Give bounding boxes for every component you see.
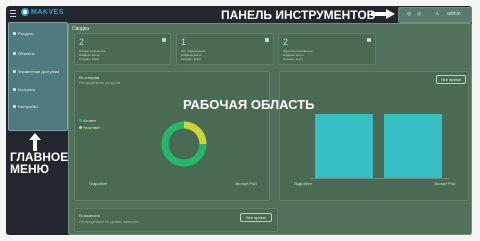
kpi-icon <box>162 38 166 42</box>
objects-icon <box>13 52 16 55</box>
toolbar-annotation-label: ПАНЕЛЬ ИНСТРУМЕНТОВ <box>221 8 376 22</box>
panel-subtitle: Распределение ресурсов <box>79 81 121 85</box>
sidebar-item-resources[interactable]: Ресурсы <box>13 31 34 36</box>
logo-icon <box>21 8 29 16</box>
app-window: MAKVES ПАНЕЛЬ ИНСТРУМЕНТОВ ◎ ◎ ♙ admin Р… <box>6 6 472 235</box>
arrow-up-icon <box>29 133 41 151</box>
importance-panel: По важности Распределение по уровню важн… <box>74 208 278 232</box>
panel-subtitle: Распределение по уровню важности <box>79 220 139 224</box>
kpi-icon <box>265 38 269 42</box>
kpi-card-disconnected[interactable]: 1 Нет подключения Найдено всего Создано … <box>176 33 274 65</box>
export-link[interactable]: Экспорт PNG <box>434 182 456 186</box>
panel-title: По статусам <box>79 76 100 80</box>
workspace-annotation-label: РАБОЧАЯ ОБЛАСТЬ <box>183 97 315 112</box>
kpi-icon <box>367 38 371 42</box>
kpi-value: 1 <box>181 37 187 47</box>
sidebar-item-settings[interactable]: Настройки <box>13 104 38 109</box>
details-link[interactable]: Подробнее <box>294 182 312 186</box>
panel-title: По важности <box>79 214 100 218</box>
sidebar-item-control[interactable]: Контроль <box>13 87 35 92</box>
help-icon[interactable]: ◎ <box>417 11 421 17</box>
sidebar-item-access[interactable]: Управление доступом <box>13 69 59 74</box>
workspace: Сводка 2 Общее количество Найдено всего … <box>68 23 472 235</box>
user-name[interactable]: admin <box>447 11 461 17</box>
chart-bar[interactable] <box>384 114 442 178</box>
main-menu: Ресурсы Объекты Управление доступом Конт… <box>8 22 68 131</box>
legend-item-active: Активен <box>79 119 96 123</box>
settings-icon <box>13 105 16 108</box>
kpi-line: Создано всего <box>79 57 100 61</box>
x-axis <box>310 178 450 179</box>
export-link[interactable]: Экспорт PNG <box>235 182 257 186</box>
status-chart-panel: По статусам Распределение ресурсов Актив… <box>74 71 270 201</box>
donut-chart[interactable] <box>159 119 209 169</box>
sidebar-item-objects[interactable]: Объекты <box>13 51 35 56</box>
legend-swatch <box>79 119 82 122</box>
kpi-card-registered[interactable]: 2 Зарегистрированные Найдено всего Созда… <box>278 33 376 65</box>
access-icon <box>13 70 16 73</box>
logo-text: MAKVES <box>31 8 64 16</box>
logo[interactable]: MAKVES <box>21 8 64 16</box>
kpi-card-total[interactable]: 2 Общее количество Найдено всего Создано… <box>74 33 171 65</box>
menu-toggle-icon[interactable] <box>10 10 16 19</box>
donut-segment-inactive <box>183 121 207 145</box>
period-select[interactable]: Все время <box>240 213 272 222</box>
page-title: Сводка <box>72 26 89 32</box>
folder-icon <box>13 32 16 35</box>
top-bar: MAKVES ПАНЕЛЬ ИНСТРУМЕНТОВ ◎ ◎ ♙ admin <box>6 6 472 23</box>
main-menu-annotation-label: ГЛАВНОЕ МЕНЮ <box>10 150 69 176</box>
control-icon <box>13 88 16 91</box>
kpi-line: Создано всего <box>283 57 304 61</box>
legend-swatch <box>79 126 82 129</box>
chart-bar[interactable] <box>315 114 373 178</box>
notification-icon[interactable]: ◎ <box>407 11 411 17</box>
toolbar: ◎ ◎ ♙ admin <box>398 7 472 23</box>
details-link[interactable]: Подробнее <box>89 182 107 186</box>
user-icon[interactable]: ♙ <box>435 11 439 17</box>
kpi-line: Создано всего <box>181 57 202 61</box>
arrow-right-icon <box>371 9 395 19</box>
period-select[interactable]: Все время <box>436 75 466 84</box>
legend-item-inactive: Неактивен <box>79 126 100 130</box>
kpi-value: 2 <box>283 37 289 47</box>
kpi-value: 2 <box>79 37 85 47</box>
bar-chart-panel: Все время Подробнее Экспорт PNG <box>279 71 469 201</box>
